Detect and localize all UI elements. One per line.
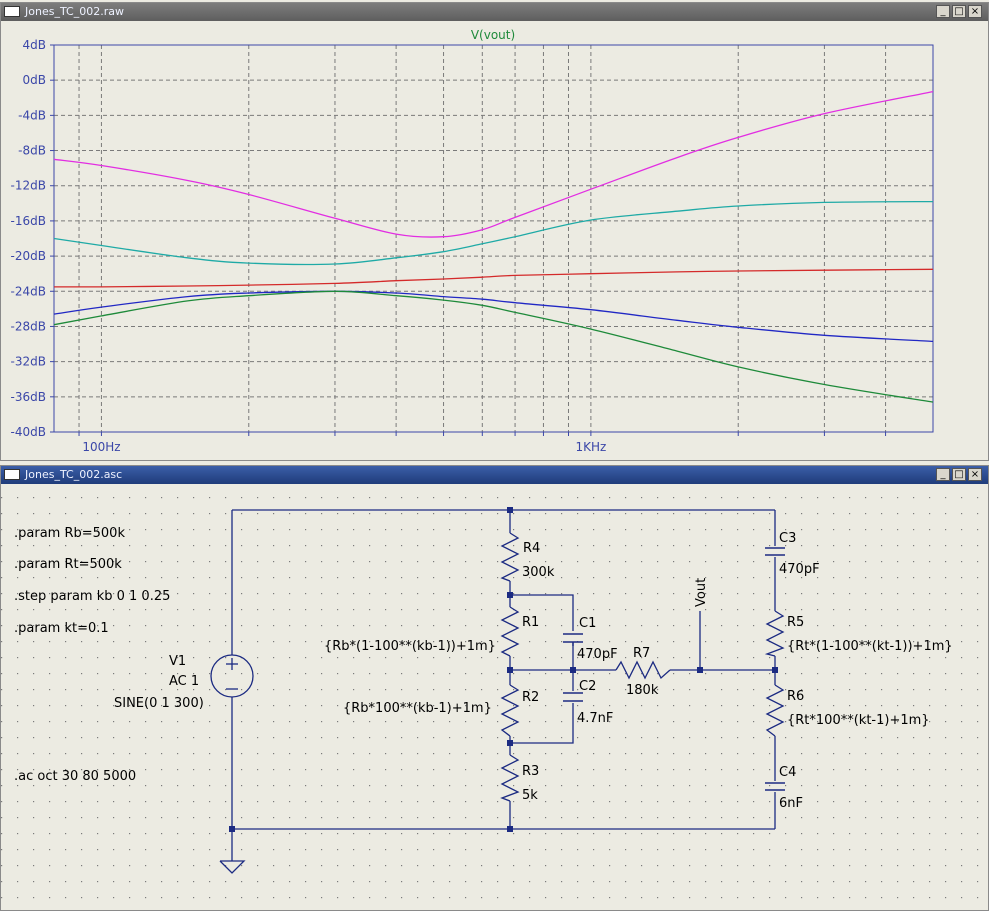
- v1-spec-label[interactable]: SINE(0 1 300): [114, 696, 204, 711]
- r1-name-label[interactable]: R1: [522, 615, 539, 630]
- y-tick-label: -8dB: [18, 144, 46, 158]
- v1-name-label[interactable]: V1: [169, 654, 186, 669]
- x-tick-label: 100Hz: [82, 440, 120, 454]
- c2-value-label[interactable]: 4.7nF: [577, 711, 613, 726]
- y-tick-label: -24dB: [11, 284, 46, 298]
- plot-area[interactable]: 4dB 0dB -4dB -8dB -12dB -16dB -20dB -24dB -28dB -…: [1, 21, 988, 460]
- c1-value-label[interactable]: 470pF: [577, 647, 618, 662]
- c2-name-label[interactable]: C2: [579, 679, 596, 694]
- r2-value-label[interactable]: {Rb*100**(kb-1)+1m}: [343, 701, 492, 716]
- r5-name-label[interactable]: R5: [787, 615, 804, 630]
- r2-name-label[interactable]: R2: [522, 690, 539, 705]
- y-tick-label: 0dB: [23, 73, 46, 87]
- v1-value-label[interactable]: AC 1: [169, 674, 199, 689]
- maximize-button[interactable]: □: [952, 468, 966, 481]
- vout-net-label[interactable]: Vout: [694, 578, 709, 607]
- plot-window: Jones_TC_002.raw _ □ × 4dB 0dB -4dB -8dB -12…: [0, 2, 989, 461]
- y-tick-label: -40dB: [11, 425, 46, 439]
- y-tick-label: -36dB: [11, 390, 46, 404]
- r3-name-label[interactable]: R3: [522, 764, 539, 779]
- r1-value-label[interactable]: {Rb*(1-100**(kb-1))+1m}: [324, 639, 496, 654]
- y-tick-label: 4dB: [23, 38, 46, 52]
- directive-param-rt[interactable]: .param Rt=500k: [14, 557, 122, 572]
- schematic-window-title: Jones_TC_002.asc: [25, 468, 123, 481]
- y-tick-label: -4dB: [18, 108, 46, 122]
- minimize-button[interactable]: _: [936, 468, 950, 481]
- close-button[interactable]: ×: [968, 468, 982, 481]
- r7-name-label[interactable]: R7: [633, 646, 650, 661]
- y-tick-label: -28dB: [11, 319, 46, 333]
- directive-step[interactable]: .step param kb 0 1 0.25: [14, 589, 170, 604]
- r3-value-label[interactable]: 5k: [522, 788, 538, 803]
- schematic-app-icon: [4, 469, 20, 480]
- r6-name-label[interactable]: R6: [787, 689, 804, 704]
- close-button[interactable]: ×: [968, 5, 982, 18]
- waveform-app-icon: [4, 6, 20, 17]
- c1-name-label[interactable]: C1: [579, 616, 596, 631]
- directive-param-rb[interactable]: .param Rb=500k: [14, 526, 125, 541]
- y-tick-label: -32dB: [11, 355, 46, 369]
- minimize-button[interactable]: _: [936, 5, 950, 18]
- trace-title[interactable]: V(vout): [471, 28, 515, 42]
- y-tick-label: -16dB: [11, 214, 46, 228]
- r4-name-label[interactable]: R4: [523, 541, 540, 556]
- y-tick-label: -20dB: [11, 249, 46, 263]
- plot-window-titlebar[interactable]: Jones_TC_002.raw _ □ ×: [1, 3, 988, 21]
- schematic-window: Jones_TC_002.asc _ □ × .param Rb=500k .p…: [0, 465, 989, 911]
- r4-value-label[interactable]: 300k: [522, 565, 555, 580]
- c4-name-label[interactable]: C4: [779, 765, 796, 780]
- schematic-canvas[interactable]: .param Rb=500k .param Rt=500k .step para…: [1, 484, 988, 910]
- plot-window-title: Jones_TC_002.raw: [25, 5, 124, 18]
- c4-value-label[interactable]: 6nF: [779, 796, 803, 811]
- c3-value-label[interactable]: 470pF: [779, 562, 820, 577]
- c3-name-label[interactable]: C3: [779, 531, 796, 546]
- r6-value-label[interactable]: {Rt*100**(kt-1)+1m}: [787, 713, 930, 728]
- directive-ac[interactable]: .ac oct 30 80 5000: [14, 769, 136, 784]
- x-tick-label: 1KHz: [575, 440, 606, 454]
- directive-param-kt[interactable]: .param kt=0.1: [14, 621, 109, 636]
- schematic-window-titlebar[interactable]: Jones_TC_002.asc _ □ ×: [1, 466, 988, 484]
- maximize-button[interactable]: □: [952, 5, 966, 18]
- r7-value-label[interactable]: 180k: [626, 683, 659, 698]
- y-tick-label: -12dB: [11, 179, 46, 193]
- r5-value-label[interactable]: {Rt*(1-100**(kt-1))+1m}: [787, 639, 953, 654]
